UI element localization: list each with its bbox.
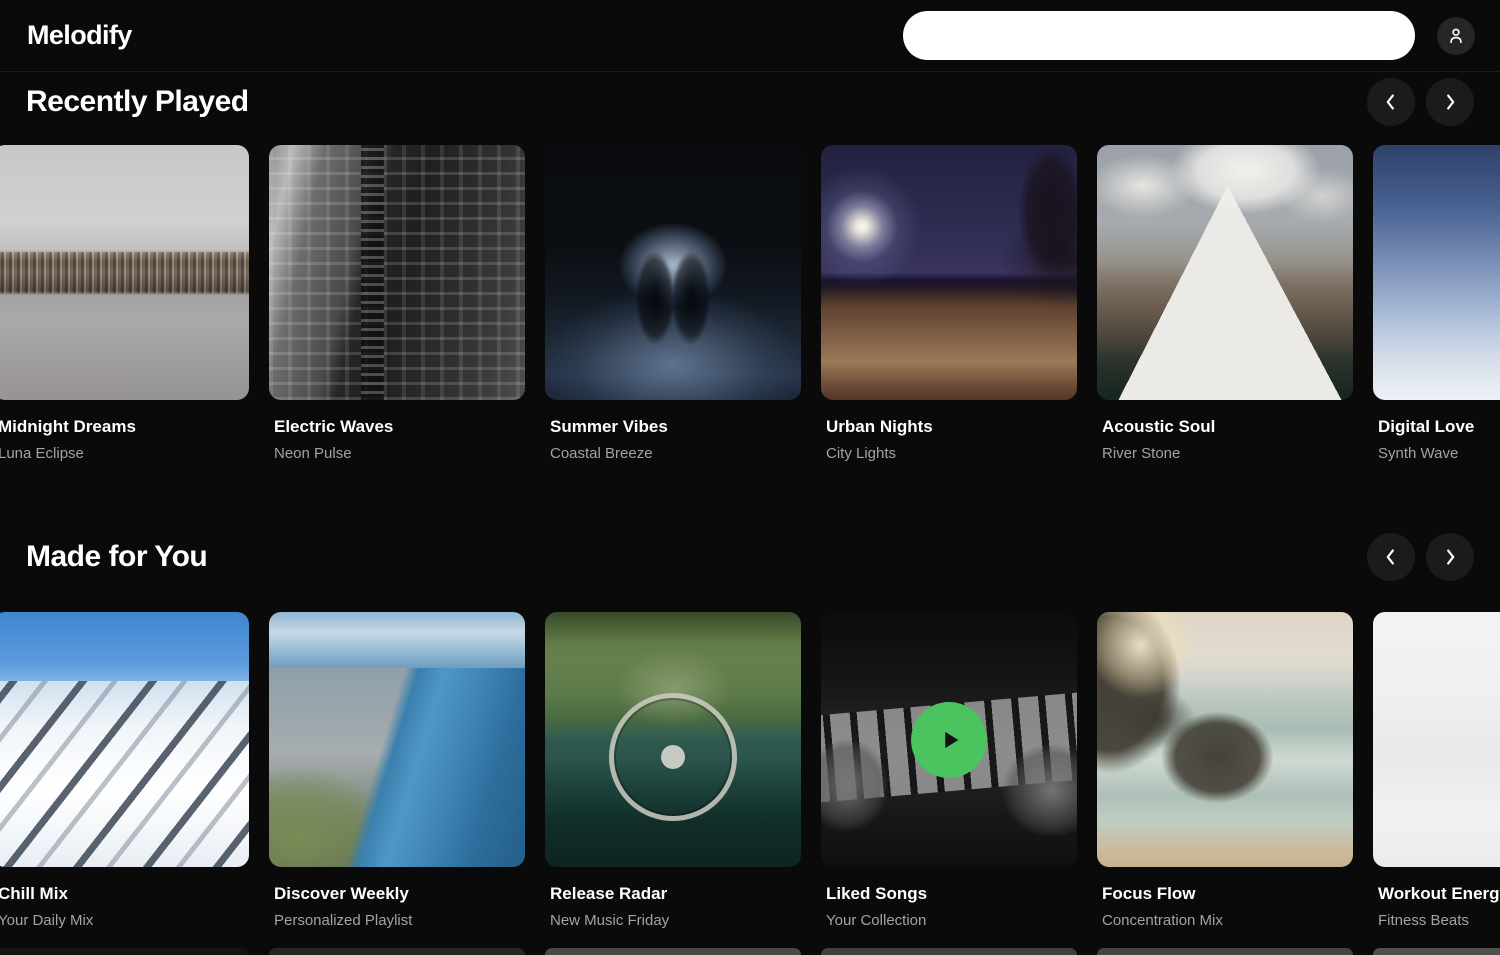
card-subtitle: New Music Friday: [550, 911, 801, 930]
card-title: Summer Vibes: [550, 416, 801, 438]
playlist-card[interactable]: Summer Vibes Coastal Breeze: [545, 145, 801, 463]
card-subtitle: Luna Eclipse: [0, 444, 249, 463]
playlist-card[interactable]: Discover Weekly Personalized Playlist: [269, 612, 525, 930]
card-subtitle: Your Collection: [826, 911, 1077, 930]
album-art: [1097, 145, 1353, 400]
album-art: [269, 612, 525, 867]
play-button[interactable]: [821, 612, 1077, 867]
album-art: [0, 145, 249, 400]
card-title: Liked Songs: [826, 883, 1077, 905]
card-title: Midnight Dreams: [0, 416, 249, 438]
carousel-controls: [1367, 78, 1474, 126]
card-row: Midnight Dreams Luna Eclipse Electric Wa…: [0, 145, 1500, 463]
top-bar: Melodify: [0, 0, 1500, 72]
album-art: [269, 145, 525, 400]
card-top-peek: [1373, 948, 1500, 955]
playlist-card[interactable]: Digital Love Synth Wave: [1373, 145, 1500, 463]
card-title: Digital Love: [1378, 416, 1500, 438]
carousel-prev-button[interactable]: [1367, 533, 1415, 581]
card-subtitle: Fitness Beats: [1378, 911, 1500, 930]
card-top-peek: [1097, 948, 1353, 955]
playlist-card[interactable]: Focus Flow Concentration Mix: [1097, 612, 1353, 930]
play-button-circle: [911, 702, 987, 778]
album-art: [545, 612, 801, 867]
card-title: Focus Flow: [1102, 883, 1353, 905]
playlist-card[interactable]: Acoustic Soul River Stone: [1097, 145, 1353, 463]
playlist-card[interactable]: Liked Songs Your Collection: [821, 612, 1077, 930]
carousel-prev-button[interactable]: [1367, 78, 1415, 126]
card-title: Electric Waves: [274, 416, 525, 438]
album-art: [821, 145, 1077, 400]
playlist-card[interactable]: Midnight Dreams Luna Eclipse: [0, 145, 249, 463]
card-top-peek: [0, 948, 249, 955]
card-subtitle: Concentration Mix: [1102, 911, 1353, 930]
album-art: [1373, 612, 1500, 867]
album-art: [1373, 145, 1500, 400]
profile-button[interactable]: [1437, 17, 1475, 55]
card-top-peek: [545, 948, 801, 955]
album-art: [821, 612, 1077, 867]
app-logo[interactable]: Melodify: [27, 20, 132, 51]
card-subtitle: Personalized Playlist: [274, 911, 525, 930]
playlist-card[interactable]: Urban Nights City Lights: [821, 145, 1077, 463]
search-input[interactable]: [903, 11, 1415, 60]
card-title: Release Radar: [550, 883, 801, 905]
section-recently-played: Recently Played Midnight Dreams Luna Ecl…: [0, 78, 1500, 463]
card-title: Urban Nights: [826, 416, 1077, 438]
chevron-left-icon: [1380, 546, 1402, 568]
album-art: [545, 145, 801, 400]
card-subtitle: Neon Pulse: [274, 444, 525, 463]
playlist-card[interactable]: Electric Waves Neon Pulse: [269, 145, 525, 463]
next-row-peek: [0, 948, 1500, 955]
card-subtitle: Your Daily Mix: [0, 911, 249, 930]
carousel-next-button[interactable]: [1426, 78, 1474, 126]
card-subtitle: River Stone: [1102, 444, 1353, 463]
album-art: [0, 612, 249, 867]
chevron-right-icon: [1439, 91, 1461, 113]
card-top-peek: [269, 948, 525, 955]
section-title: Recently Played: [26, 85, 249, 119]
section-made-for-you: Made for You Chill Mix Your Daily Mix Di…: [0, 533, 1500, 930]
card-title: Acoustic Soul: [1102, 416, 1353, 438]
card-top-peek: [821, 948, 1077, 955]
play-icon: [934, 725, 964, 755]
playlist-card[interactable]: Release Radar New Music Friday: [545, 612, 801, 930]
card-title: Discover Weekly: [274, 883, 525, 905]
card-subtitle: Synth Wave: [1378, 444, 1500, 463]
card-subtitle: City Lights: [826, 444, 1077, 463]
chevron-left-icon: [1380, 91, 1402, 113]
card-subtitle: Coastal Breeze: [550, 444, 801, 463]
playlist-card[interactable]: Workout Energy Fitness Beats: [1373, 612, 1500, 930]
chevron-right-icon: [1439, 546, 1461, 568]
playlist-card[interactable]: Chill Mix Your Daily Mix: [0, 612, 249, 930]
card-title: Workout Energy: [1378, 883, 1500, 905]
carousel-controls: [1367, 533, 1474, 581]
carousel-next-button[interactable]: [1426, 533, 1474, 581]
album-art: [1097, 612, 1353, 867]
user-icon: [1446, 26, 1466, 46]
card-row: Chill Mix Your Daily Mix Discover Weekly…: [0, 612, 1500, 930]
card-title: Chill Mix: [0, 883, 249, 905]
section-title: Made for You: [26, 540, 207, 574]
